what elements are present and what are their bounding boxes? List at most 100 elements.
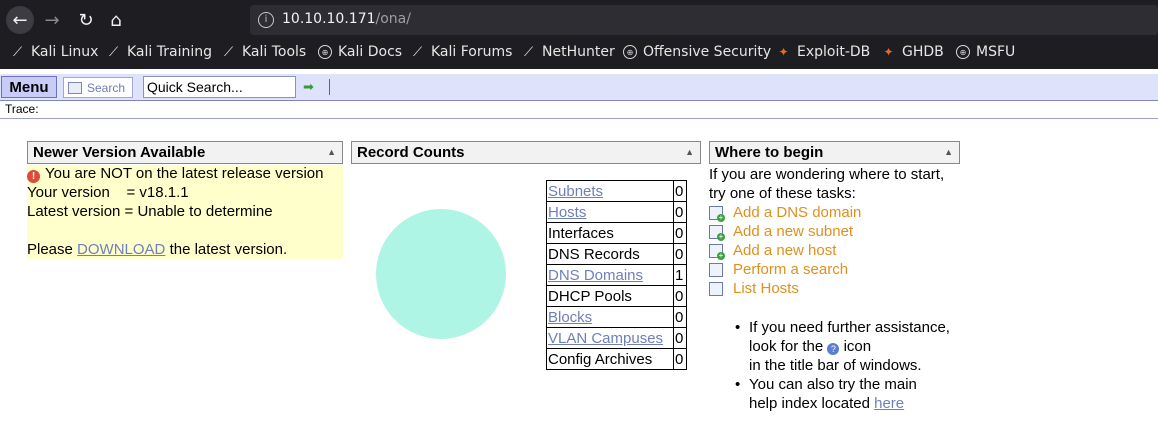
task-add-host[interactable]: + Add a new host: [709, 241, 836, 260]
subnets-link[interactable]: Subnets: [548, 183, 603, 200]
bookmark-label: MSFU: [976, 44, 1016, 60]
interfaces-count: 0: [673, 222, 687, 244]
help-index-link[interactable]: here: [874, 395, 904, 412]
warning-icon: !: [27, 170, 40, 183]
dns-records-count: 0: [673, 243, 687, 265]
list-item: You can also try the main help index loc…: [735, 375, 950, 413]
bookmark-msfu[interactable]: ⊕ MSFU: [956, 42, 1015, 62]
config-archives-count: 0: [673, 348, 687, 370]
exploit-db-icon: ✦: [883, 45, 894, 59]
newer-version-panel-body: ! You are NOT on the latest release versi…: [27, 165, 343, 259]
bookmark-kali-tools[interactable]: ⟋ Kali Tools: [221, 42, 306, 62]
arrow-left-icon: ←: [12, 9, 28, 31]
bookmark-kali-linux[interactable]: ⟋ Kali Linux: [10, 42, 99, 62]
download-line: Please DOWNLOAD the latest version.: [27, 241, 287, 258]
reload-button[interactable]: ↻: [72, 6, 100, 34]
collapse-icon[interactable]: ▲: [944, 142, 953, 163]
bookmark-label: Kali Linux: [31, 44, 99, 60]
reload-icon: ↻: [78, 9, 94, 31]
arrow-right-icon: →: [44, 9, 60, 31]
panel-title: Newer Version Available: [33, 144, 206, 161]
dns-domains-count: 1: [673, 264, 687, 286]
newer-version-panel-header[interactable]: Newer Version Available ▲: [27, 141, 343, 164]
forward-button[interactable]: →: [38, 6, 66, 34]
blocks-link[interactable]: Blocks: [548, 309, 592, 326]
task-add-dns-domain[interactable]: + Add a DNS domain: [709, 203, 861, 222]
collapse-icon[interactable]: ▲: [327, 142, 336, 163]
table-row: DHCP Pools 0: [546, 285, 687, 307]
list-item: If you need further assistance, look for…: [735, 318, 950, 375]
add-document-icon: +: [709, 243, 725, 260]
interfaces-label: Interfaces: [546, 222, 674, 244]
table-row: Interfaces 0: [546, 222, 687, 244]
hosts-link[interactable]: Hosts: [548, 204, 586, 221]
bookmark-label: Kali Tools: [242, 44, 307, 60]
bookmark-label: Kali Forums: [431, 44, 513, 60]
latest-version-line: Latest version = Unable to determine: [27, 203, 273, 220]
warning-text: You are NOT on the latest release versio…: [45, 165, 324, 182]
table-row: Blocks 0: [546, 306, 687, 328]
bookmark-exploit-db[interactable]: ✦ Exploit-DB: [776, 42, 870, 62]
bookmark-label: Exploit-DB: [797, 44, 871, 60]
config-archives-label: Config Archives: [546, 348, 674, 370]
bullet-text: If you need further assistance,: [749, 319, 950, 336]
intro-line-1: If you are wondering where to start,: [709, 166, 945, 183]
panel-title: Record Counts: [357, 144, 465, 161]
table-row: Subnets 0: [546, 180, 687, 202]
search-button[interactable]: Search: [63, 77, 133, 98]
globe-icon: ⊕: [956, 45, 970, 59]
back-button[interactable]: ←: [6, 6, 34, 34]
globe-icon: ⊕: [623, 45, 637, 59]
bullet-text: in the title bar of windows.: [749, 357, 922, 374]
bookmark-label: NetHunter: [542, 44, 615, 60]
trace-bar: [0, 101, 1158, 119]
dhcp-pools-label: DHCP Pools: [546, 285, 674, 307]
home-icon: ⌂: [110, 9, 122, 31]
record-counts-table: Subnets 0 Hosts 0 Interfaces 0 DNS Records 0…: [546, 180, 687, 370]
where-to-begin-panel-header[interactable]: Where to begin ▲: [709, 141, 960, 164]
subnets-count: 0: [673, 180, 687, 202]
add-document-icon: +: [709, 205, 725, 222]
hosts-count: 0: [673, 201, 687, 223]
collapse-icon[interactable]: ▲: [685, 142, 694, 163]
url-text[interactable]: 10.10.10.171/ona/: [282, 11, 411, 27]
search-form-icon: [68, 81, 82, 94]
trace-label: Trace:: [5, 102, 39, 116]
search-button-label: Search: [87, 80, 126, 95]
bookmark-kali-training[interactable]: ⟋ Kali Training: [106, 42, 212, 62]
dns-domains-link[interactable]: DNS Domains: [548, 267, 643, 284]
intro-line-2: try one of these tasks:: [709, 185, 856, 202]
globe-icon: ⊕: [318, 45, 332, 59]
table-row: DNS Domains 1: [546, 264, 687, 286]
task-add-subnet[interactable]: + Add a new subnet: [709, 222, 853, 241]
menu-button[interactable]: Menu: [1, 76, 57, 98]
quick-search-input[interactable]: [143, 76, 296, 98]
home-button[interactable]: ⌂: [102, 6, 130, 34]
table-row: Hosts 0: [546, 201, 687, 223]
vlan-campuses-link[interactable]: VLAN Campuses: [548, 330, 663, 347]
bookmark-ghdb[interactable]: ✦ GHDB: [881, 42, 944, 62]
task-perform-search[interactable]: Perform a search: [709, 260, 848, 279]
bookmark-offensive-security[interactable]: ⊕ Offensive Security: [623, 42, 771, 62]
info-icon[interactable]: i: [258, 12, 274, 28]
bullet-text: look for the ? icon: [749, 337, 950, 356]
vlan-campuses-count: 0: [673, 327, 687, 349]
task-label: Perform a search: [733, 261, 849, 278]
help-bullets: If you need further assistance, look for…: [735, 318, 950, 413]
after-link-text: the latest version.: [169, 241, 288, 258]
record-counts-panel-header[interactable]: Record Counts ▲: [351, 141, 701, 164]
kali-dragon-icon: ⟋: [223, 44, 234, 60]
bookmark-nethunter[interactable]: ⟋ NetHunter: [521, 42, 615, 62]
bullet-text-part: icon: [843, 338, 872, 355]
bookmark-kali-docs[interactable]: ⊕ Kali Docs: [318, 42, 402, 62]
help-icon: ?: [827, 343, 840, 355]
bookmark-kali-forums[interactable]: ⟋ Kali Forums: [410, 42, 513, 62]
kali-dragon-icon: ⟋: [108, 44, 119, 60]
kali-dragon-icon: ⟋: [523, 44, 534, 60]
go-arrow-icon[interactable]: ➡: [303, 80, 314, 95]
task-label: Add a DNS domain: [733, 204, 862, 221]
task-list-hosts[interactable]: List Hosts: [709, 279, 799, 298]
list-icon: [709, 281, 723, 296]
bookmark-label: GHDB: [902, 44, 944, 60]
download-link[interactable]: DOWNLOAD: [77, 241, 165, 258]
